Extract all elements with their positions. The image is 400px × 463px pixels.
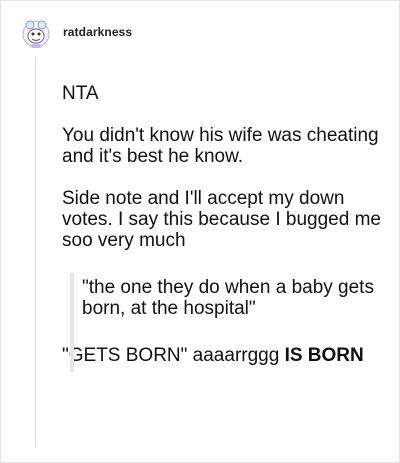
avatar[interactable] [19,16,53,50]
thread-line [35,57,36,447]
quote-bar [70,273,74,373]
post-header: ratdarkness [19,15,132,51]
post-card: ratdarkness NTA You didn't know his wife… [0,0,400,463]
cartoon-creature-avatar-icon [22,20,50,48]
quote-text: "the one they do when a baby gets born, … [82,277,374,319]
post-body: NTA You didn't know his wife was cheatin… [62,83,382,373]
paragraph-explanation: You didn't know his wife was cheating an… [62,125,379,167]
paragraph-verdict: NTA [62,83,99,104]
username[interactable]: ratdarkness [63,25,132,39]
paragraph-final: "GETS BORN" aaaarrggg IS BORN [62,345,382,366]
final-text: "GETS BORN" aaaarrggg [62,345,285,366]
blockquote: "the one they do when a baby gets born, … [62,273,382,373]
final-bold-text: IS BORN [284,345,364,366]
paragraph-side-note: Side note and I'll accept my down votes.… [62,188,381,251]
